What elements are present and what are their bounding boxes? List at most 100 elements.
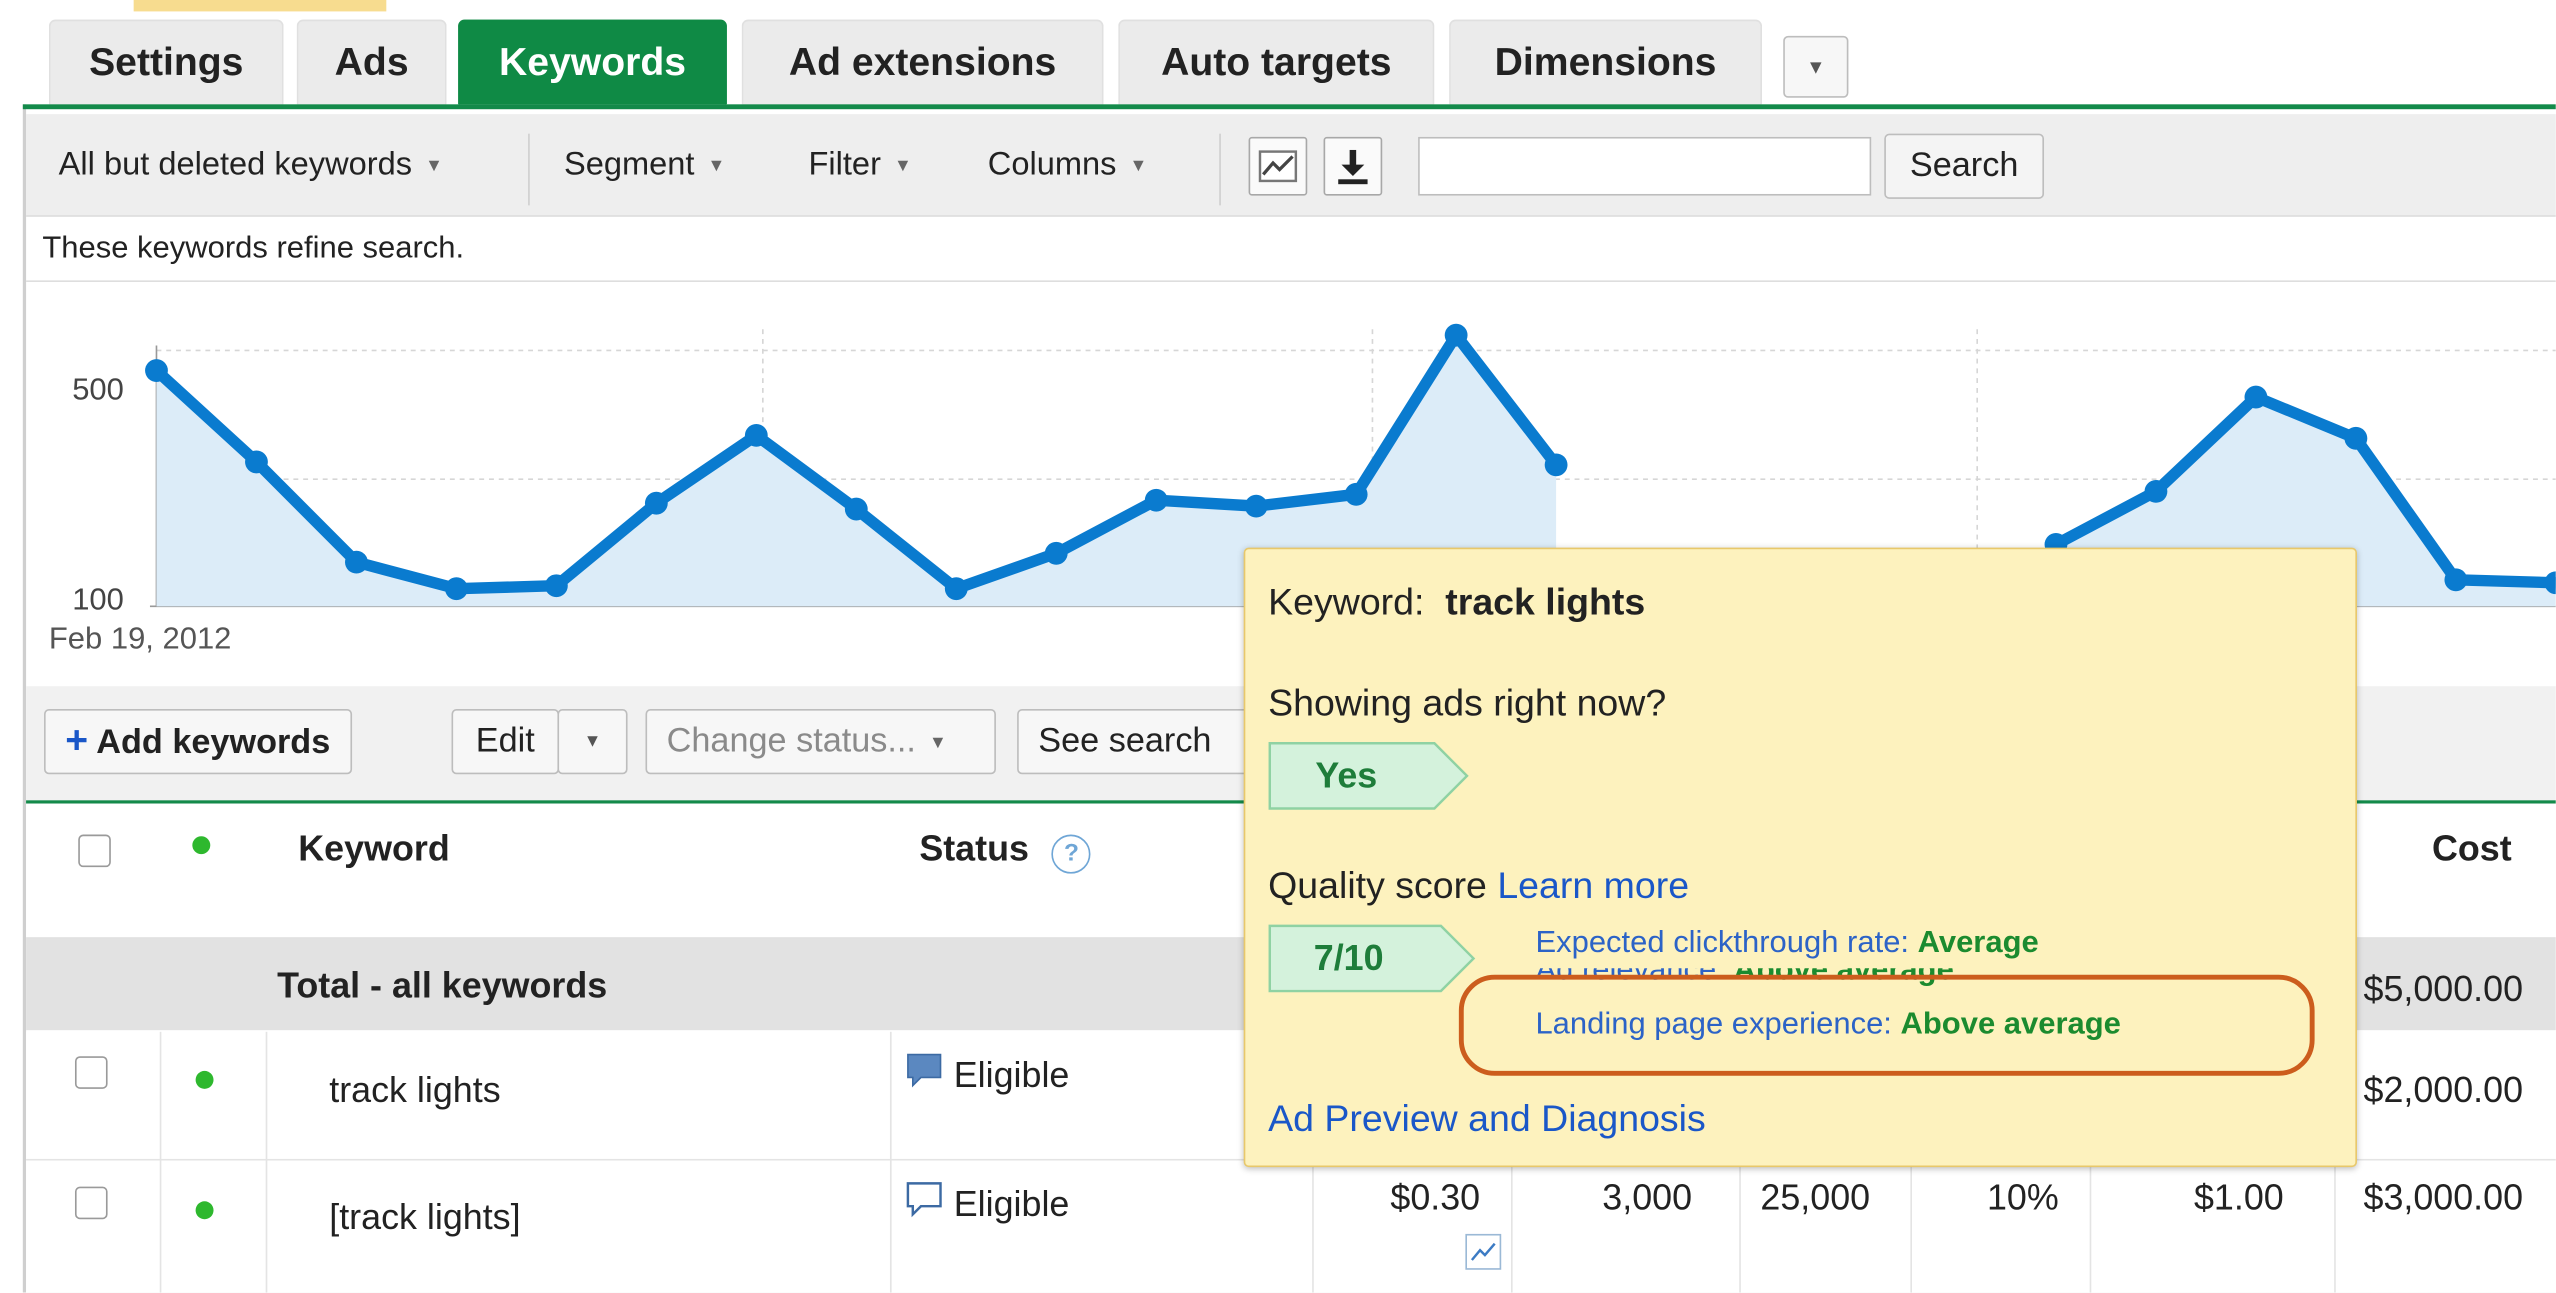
tab-keywords[interactable]: Keywords bbox=[458, 19, 727, 105]
chevron-down-icon: ▼ bbox=[1806, 55, 1826, 79]
row-checkbox[interactable] bbox=[74, 1056, 108, 1089]
column-divider bbox=[1511, 1160, 1513, 1293]
status-dot-icon bbox=[195, 1201, 214, 1220]
data-point[interactable] bbox=[444, 577, 468, 601]
status-dot-icon bbox=[192, 836, 211, 855]
quality-score-label: Quality score bbox=[1268, 863, 1487, 907]
data-point[interactable] bbox=[1344, 482, 1368, 506]
chevron-down-icon: ▼ bbox=[707, 156, 726, 177]
change-status-dropdown[interactable]: Change status... ▼ bbox=[645, 709, 996, 775]
factor-name: Expected clickthrough rate: bbox=[1535, 925, 1910, 961]
status-header-label: Status bbox=[919, 828, 1029, 869]
status-dot-icon bbox=[195, 1070, 214, 1089]
keyword-cell[interactable]: [track lights] bbox=[329, 1196, 520, 1238]
data-point[interactable] bbox=[345, 550, 368, 574]
data-point[interactable] bbox=[1044, 541, 1068, 565]
keyword-label: Keyword: bbox=[1268, 580, 1425, 623]
max-cpc-cell[interactable]: $0.30 bbox=[1390, 1177, 1480, 1219]
quality-score-heading: Quality score Learn more bbox=[1268, 864, 1689, 908]
data-point[interactable] bbox=[1444, 323, 1468, 347]
data-point[interactable] bbox=[1244, 494, 1268, 518]
toggle-graph-button[interactable] bbox=[1248, 136, 1308, 196]
toolbar-divider bbox=[1219, 133, 1221, 206]
view-filter-dropdown[interactable]: All but deleted keywords ▼ bbox=[59, 147, 443, 184]
keyword-cell[interactable]: track lights bbox=[329, 1069, 500, 1111]
cost-column-header[interactable]: Cost bbox=[2432, 828, 2512, 870]
learn-more-link[interactable]: Learn more bbox=[1497, 864, 1689, 906]
data-point[interactable] bbox=[1144, 488, 1168, 512]
data-point[interactable] bbox=[944, 577, 968, 601]
chevron-down-icon: ▼ bbox=[928, 733, 947, 754]
filter-dropdown[interactable]: Filter ▼ bbox=[808, 147, 911, 184]
download-button[interactable] bbox=[1323, 136, 1383, 196]
ctr-cell: 10% bbox=[1986, 1176, 2059, 1218]
segment-dropdown[interactable]: Segment ▼ bbox=[564, 147, 725, 184]
cost-cell: $2,000.00 bbox=[2363, 1069, 2524, 1111]
total-cost: $5,000.00 bbox=[2363, 968, 2524, 1009]
edit-dropdown-button[interactable]: ▼ bbox=[557, 709, 628, 775]
data-point[interactable] bbox=[844, 497, 868, 521]
status-cell: Eligible bbox=[905, 1051, 1070, 1097]
toolbar-divider bbox=[528, 133, 530, 206]
y-tick-label-100: 100 bbox=[72, 582, 124, 617]
tab-dimensions[interactable]: Dimensions bbox=[1449, 19, 1763, 105]
y-tick-label-500: 500 bbox=[72, 371, 124, 406]
help-icon[interactable]: ? bbox=[1051, 834, 1092, 874]
data-point[interactable] bbox=[644, 491, 668, 515]
speech-bubble-icon[interactable] bbox=[905, 1051, 944, 1090]
columns-label: Columns bbox=[987, 146, 1117, 183]
data-point[interactable] bbox=[1544, 453, 1568, 477]
speech-bubble-outline-icon[interactable] bbox=[905, 1180, 944, 1219]
keyword-value: track lights bbox=[1445, 580, 1646, 623]
view-filter-label: All but deleted keywords bbox=[58, 146, 413, 183]
line-chart-icon bbox=[1258, 150, 1298, 183]
add-keywords-button[interactable]: + Add keywords bbox=[44, 709, 352, 775]
data-point[interactable] bbox=[245, 450, 268, 474]
tab-ads[interactable]: Ads bbox=[296, 19, 447, 105]
search-input[interactable] bbox=[1418, 136, 1872, 196]
column-divider bbox=[889, 1031, 892, 1293]
status-label: Eligible bbox=[953, 1183, 1070, 1225]
add-keywords-label: Add keywords bbox=[96, 723, 331, 762]
change-status-label: Change status... bbox=[666, 722, 916, 760]
columns-dropdown[interactable]: Columns ▼ bbox=[988, 147, 1147, 184]
data-point[interactable] bbox=[2444, 568, 2468, 592]
stage: Settings Ads Keywords Ad extensions Auto… bbox=[0, 0, 2556, 1293]
chevron-down-icon: ▼ bbox=[1129, 156, 1148, 177]
data-point[interactable] bbox=[145, 359, 168, 382]
data-point[interactable] bbox=[2244, 385, 2268, 409]
total-label: Total - all keywords bbox=[277, 964, 608, 1006]
column-divider bbox=[1910, 1160, 1912, 1293]
data-point[interactable] bbox=[544, 574, 568, 598]
showing-ads-question: Showing ads right now? bbox=[1268, 681, 1667, 724]
column-divider bbox=[2089, 1160, 2092, 1293]
bid-trend-icon[interactable] bbox=[1465, 1233, 1502, 1270]
plus-icon: + bbox=[65, 718, 89, 763]
x-start-label: Feb 19, 2012 bbox=[49, 621, 232, 656]
tab-auto-targets[interactable]: Auto targets bbox=[1118, 19, 1435, 105]
data-point[interactable] bbox=[744, 423, 768, 447]
tabbar-underline bbox=[22, 104, 2556, 110]
row-checkbox[interactable] bbox=[74, 1186, 108, 1220]
data-point[interactable] bbox=[2344, 426, 2368, 450]
expected-ctr-line: Expected clickthrough rate: Average bbox=[1535, 926, 2038, 962]
popup-keyword: Keyword: track lights bbox=[1268, 580, 1645, 624]
ad-preview-diagnosis-link[interactable]: Ad Preview and Diagnosis bbox=[1268, 1097, 1706, 1141]
tab-ad-extensions[interactable]: Ad extensions bbox=[741, 19, 1104, 105]
see-search-terms-button[interactable]: See search bbox=[1017, 709, 1278, 775]
status-label: Eligible bbox=[953, 1054, 1070, 1096]
download-icon bbox=[1338, 149, 1368, 185]
quality-score-value: 7/10 bbox=[1313, 937, 1384, 978]
data-point[interactable] bbox=[2144, 479, 2168, 503]
search-button[interactable]: Search bbox=[1884, 133, 2045, 199]
avg-cpc-cell: $1.00 bbox=[2193, 1176, 2284, 1218]
tab-settings[interactable]: Settings bbox=[48, 19, 284, 105]
more-tabs-dropdown[interactable]: ▼ bbox=[1783, 35, 1849, 98]
refine-message: These keywords refine search. bbox=[42, 231, 465, 266]
highlight-annotation bbox=[1458, 974, 2315, 1076]
keyword-column-header[interactable]: Keyword bbox=[298, 828, 449, 870]
edit-button[interactable]: Edit bbox=[451, 709, 560, 775]
select-all-checkbox[interactable] bbox=[78, 834, 111, 868]
clicks-cell: 3,000 bbox=[1602, 1176, 1693, 1218]
status-column-header[interactable]: Status ? bbox=[919, 828, 1092, 874]
